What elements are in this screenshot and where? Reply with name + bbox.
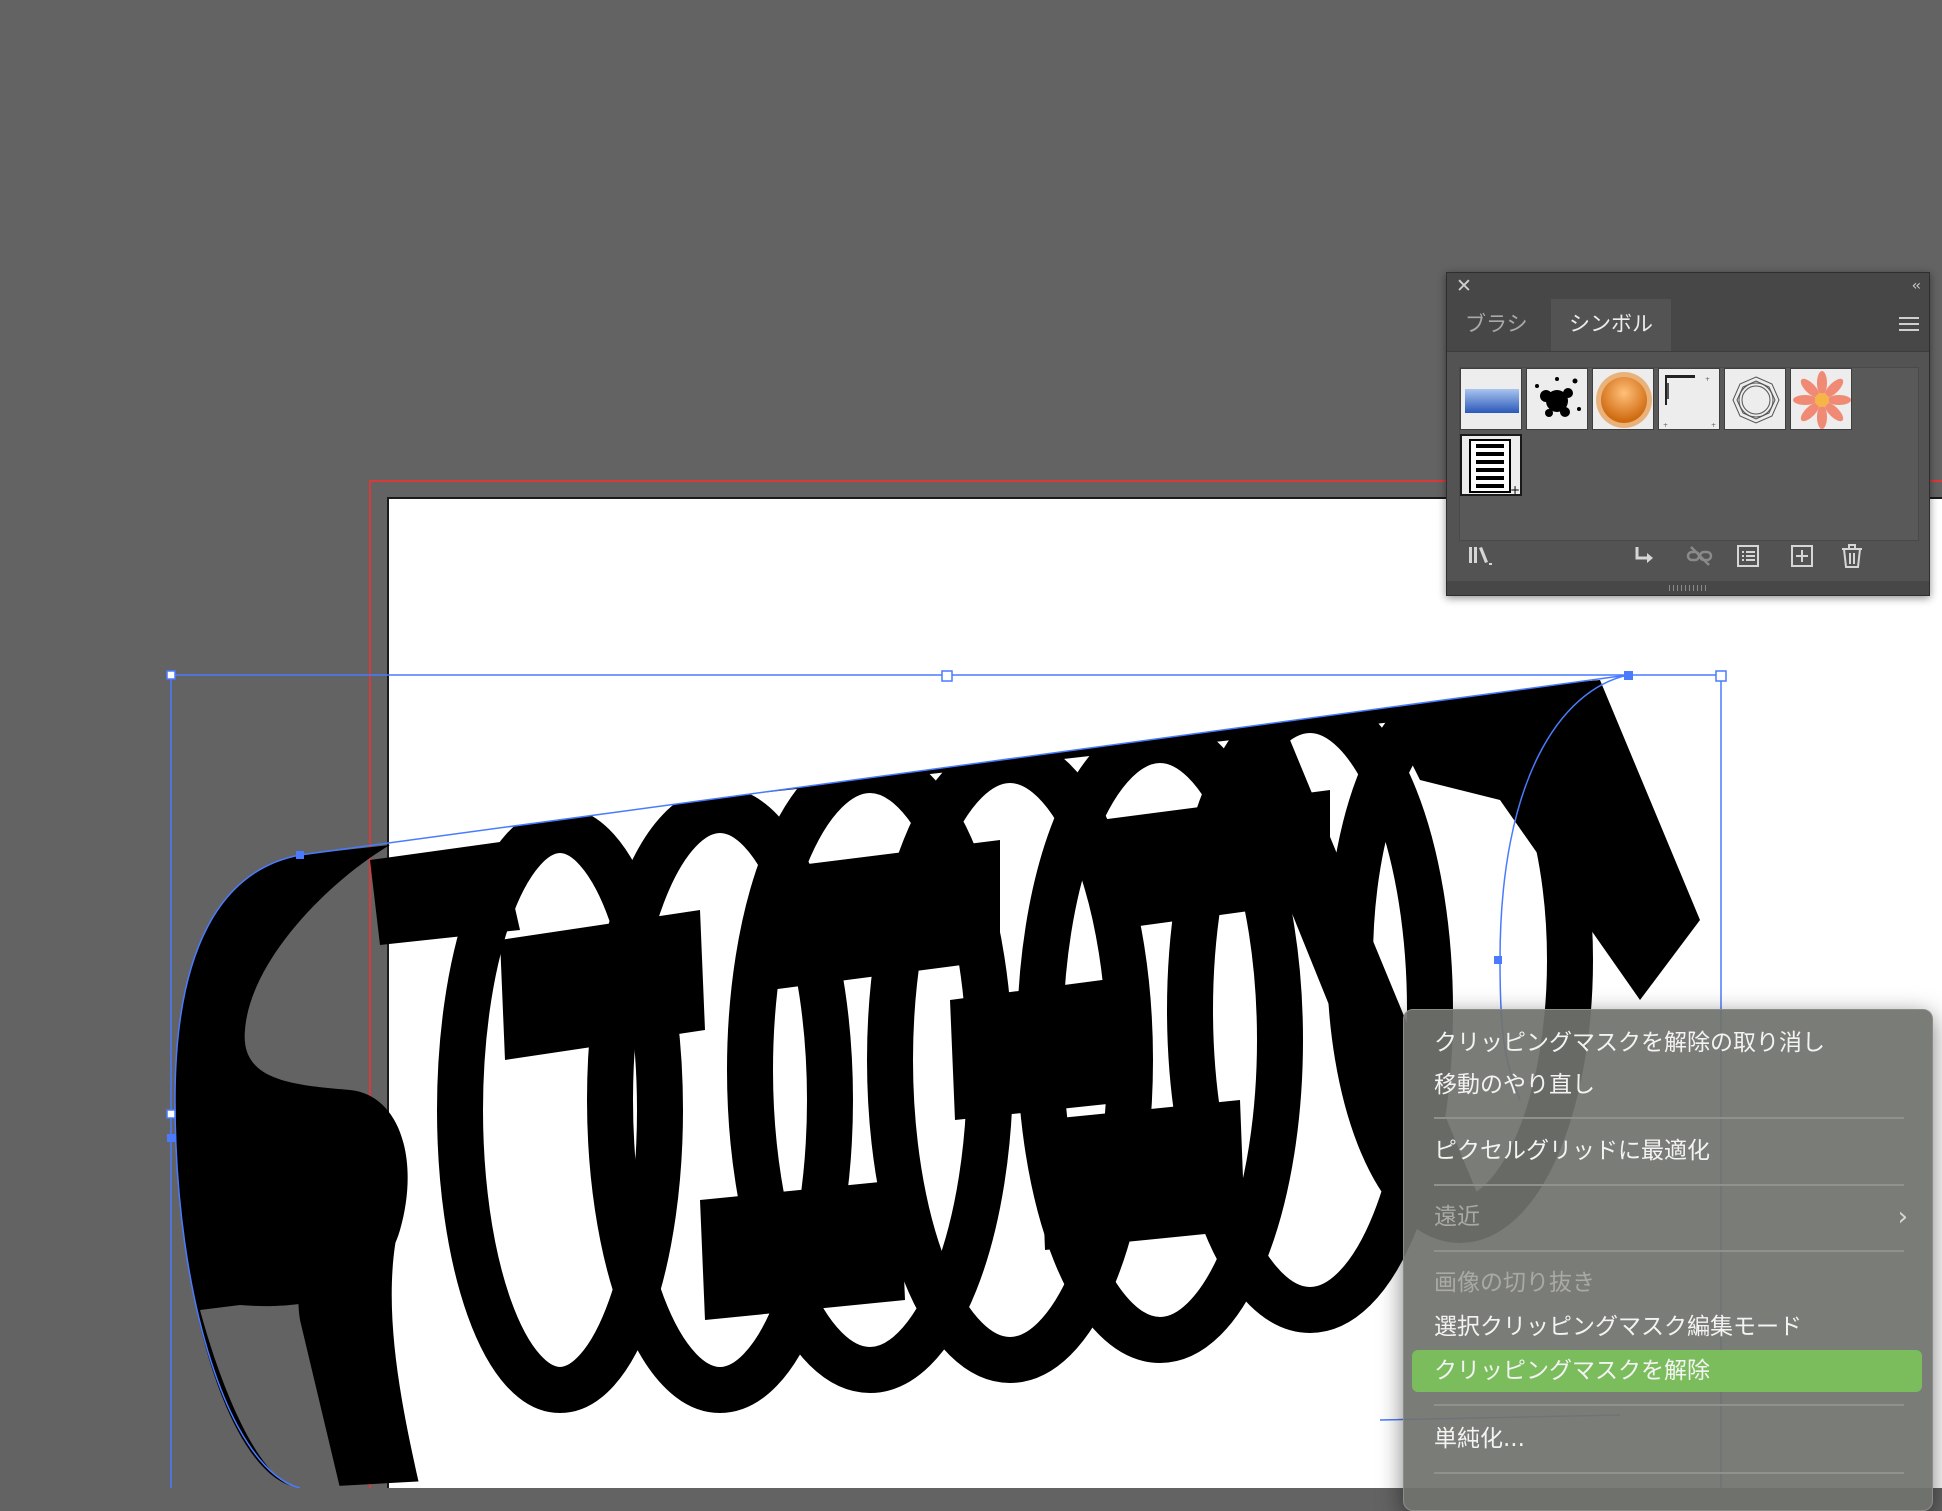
custom-text-symbol[interactable]: + <box>1460 434 1522 496</box>
new-symbol-icon[interactable] <box>1789 543 1815 569</box>
menu-separator <box>1434 1472 1904 1474</box>
close-icon[interactable]: ✕ <box>1456 275 1472 297</box>
symbol-swatch-grid: + + + + <box>1459 367 1919 541</box>
menu-item-isolate-clipping-mask[interactable]: 選択クリッピングマスク編集モード <box>1412 1306 1922 1348</box>
menu-separator <box>1434 1184 1904 1186</box>
panel-tabs: ブラシ シンボル <box>1447 299 1929 352</box>
symbols-panel: ✕ ‹‹ ブラシ シンボル + + + + <box>1446 272 1930 596</box>
menu-item-perspective: 遠近 › <box>1412 1196 1922 1238</box>
wreath-symbol[interactable] <box>1724 368 1786 430</box>
panel-resize-grip[interactable] <box>1447 581 1929 595</box>
collapse-icon[interactable]: ‹‹ <box>1912 276 1921 296</box>
flower-symbol[interactable] <box>1790 368 1852 430</box>
menu-item-release-clipping-mask[interactable]: クリッピングマスクを解除 <box>1412 1350 1922 1392</box>
menu-separator <box>1434 1117 1904 1119</box>
svg-text:+: + <box>1705 376 1710 383</box>
ruler-symbol[interactable]: + + + <box>1658 368 1720 430</box>
context-menu: クリッピングマスクを解除の取り消し 移動のやり直し ピクセルグリッドに最適化 遠… <box>1403 1009 1933 1511</box>
chevron-right-icon: › <box>1897 1202 1908 1232</box>
menu-item-align-to-pixel-grid[interactable]: ピクセルグリッドに最適化 <box>1412 1130 1922 1172</box>
panel-titlebar[interactable]: ✕ ‹‹ <box>1447 273 1929 299</box>
symbol-libraries-icon[interactable] <box>1467 543 1493 569</box>
panel-footer <box>1447 535 1929 575</box>
svg-text:+: + <box>1510 483 1520 496</box>
symbol-options-icon[interactable] <box>1735 543 1761 569</box>
delete-symbol-icon[interactable] <box>1839 543 1865 569</box>
break-link-icon[interactable] <box>1685 543 1713 569</box>
svg-text:+: + <box>1711 422 1716 429</box>
menu-item-label: 遠近 <box>1434 1204 1480 1230</box>
menu-item-simplify[interactable]: 単純化... <box>1412 1418 1922 1460</box>
menu-separator <box>1434 1250 1904 1252</box>
menu-item-undo-release-clipping-mask[interactable]: クリッピングマスクを解除の取り消し <box>1412 1022 1922 1064</box>
place-symbol-instance-icon[interactable] <box>1631 543 1657 569</box>
panel-menu-icon[interactable] <box>1899 317 1919 333</box>
menu-separator <box>1434 1404 1904 1406</box>
ink-splat-symbol[interactable] <box>1526 368 1588 430</box>
menu-item-crop-image: 画像の切り抜き <box>1434 1270 1595 1296</box>
blue-gradient-bar-symbol[interactable] <box>1460 368 1522 430</box>
tab-symbols[interactable]: シンボル <box>1551 299 1671 351</box>
orange-button-symbol[interactable] <box>1592 368 1654 430</box>
tab-brushes[interactable]: ブラシ <box>1447 299 1546 351</box>
svg-text:+: + <box>1663 422 1668 429</box>
menu-item-redo-move[interactable]: 移動のやり直し <box>1412 1064 1922 1106</box>
